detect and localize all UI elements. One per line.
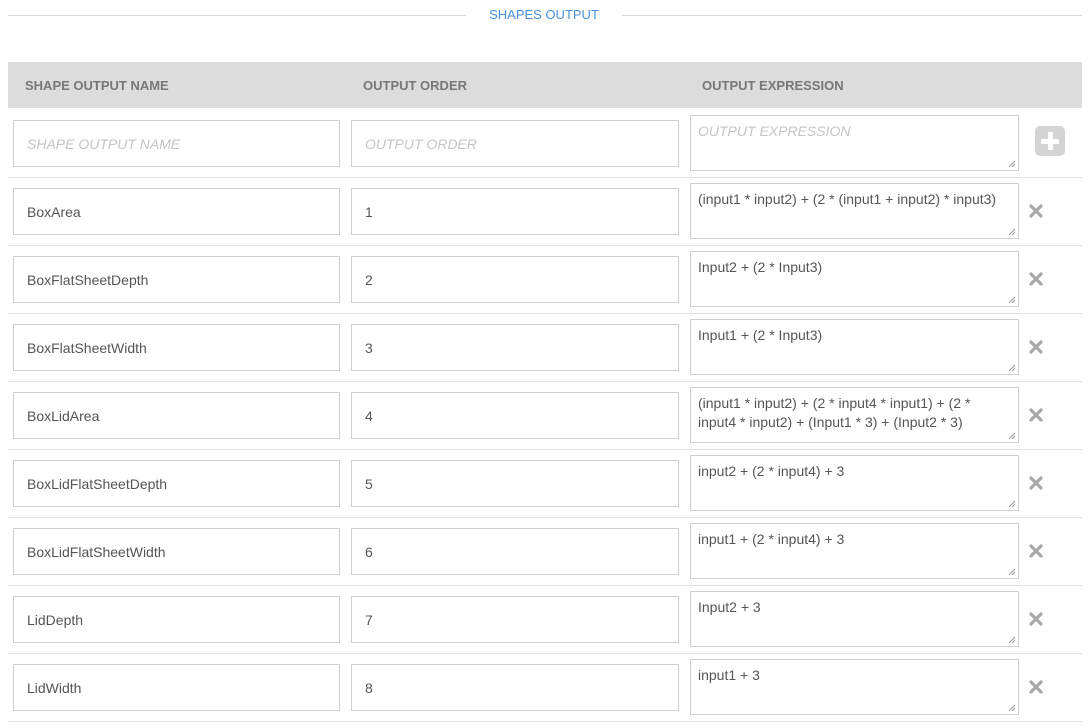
output-expression-input[interactable]: (input1 * input2) + (2 * (input1 + input… <box>690 183 1019 239</box>
delete-row-icon[interactable] <box>1028 679 1044 695</box>
shape-output-name-input[interactable]: BoxFlatSheetDepth <box>13 256 340 303</box>
output-expression-input[interactable]: input1 + 3 <box>690 659 1019 715</box>
table-row: BoxFlatSheetDepth 2 Input2 + (2 * Input3) <box>8 246 1082 314</box>
divider-right <box>622 15 1082 16</box>
output-expression-text: Input2 + (2 * Input3) <box>698 259 823 275</box>
shape-output-name-input[interactable]: BoxArea <box>13 188 340 235</box>
output-expression-text: input1 + (2 * input4) + 3 <box>698 531 845 547</box>
header-shape-output-name: SHAPE OUTPUT NAME <box>25 78 169 93</box>
output-order-input[interactable]: 5 <box>351 460 679 507</box>
table-row: BoxLidFlatSheetWidth 6 input1 + (2 * input… <box>8 518 1082 586</box>
section-header: SHAPES OUTPUT <box>0 0 1090 30</box>
table-row: LidWidth 8 input1 + 3 <box>8 654 1082 722</box>
shape-output-name-input[interactable]: BoxLidFlatSheetDepth <box>13 460 340 507</box>
shape-output-name-input[interactable]: BoxLidArea <box>13 392 340 439</box>
table-row: BoxLidArea 4 (input1 * input2) + (2 * inpu… <box>8 382 1082 450</box>
new-output-expression-placeholder: OUTPUT EXPRESSION <box>698 123 851 139</box>
resize-grip-icon[interactable] <box>1008 636 1016 644</box>
header-output-order: OUTPUT ORDER <box>363 78 467 93</box>
shape-outputs-table: SHAPE OUTPUT NAME OUTPUT ORDER OUTPUT EX… <box>8 62 1082 722</box>
delete-row-icon[interactable] <box>1028 203 1044 219</box>
output-order-input[interactable]: 6 <box>351 528 679 575</box>
resize-grip-icon[interactable] <box>1008 160 1016 168</box>
divider-left <box>8 15 466 16</box>
output-expression-text: (input1 * input2) + (2 * (input1 + input… <box>698 191 997 207</box>
delete-row-icon[interactable] <box>1028 475 1044 491</box>
delete-row-icon[interactable] <box>1028 271 1044 287</box>
output-expression-text: input1 + 3 <box>698 667 760 683</box>
delete-row-icon[interactable] <box>1028 543 1044 559</box>
table-row: BoxLidFlatSheetDepth 5 input2 + (2 * input… <box>8 450 1082 518</box>
output-expression-input[interactable]: Input2 + 3 <box>690 591 1019 647</box>
section-title: SHAPES OUTPUT <box>489 7 599 22</box>
delete-row-icon[interactable] <box>1028 339 1044 355</box>
output-expression-text: input2 + (2 * input4) + 3 <box>698 463 845 479</box>
resize-grip-icon[interactable] <box>1008 500 1016 508</box>
new-output-order-input[interactable]: OUTPUT ORDER <box>351 120 679 167</box>
table-row: BoxArea 1 (input1 * input2) + (2 * (input1… <box>8 178 1082 246</box>
shape-output-name-input[interactable]: BoxLidFlatSheetWidth <box>13 528 340 575</box>
table-row: LidDepth 7 Input2 + 3 <box>8 586 1082 654</box>
new-shape-output-name-input[interactable]: SHAPE OUTPUT NAME <box>13 120 340 167</box>
output-order-input[interactable]: 2 <box>351 256 679 303</box>
output-expression-text: Input2 + 3 <box>698 599 761 615</box>
output-expression-input[interactable]: input1 + (2 * input4) + 3 <box>690 523 1019 579</box>
output-expression-input[interactable]: Input2 + (2 * Input3) <box>690 251 1019 307</box>
add-output-button[interactable] <box>1035 126 1065 156</box>
resize-grip-icon[interactable] <box>1008 568 1016 576</box>
header-output-expression: OUTPUT EXPRESSION <box>702 78 844 93</box>
output-expression-text: (input1 * input2) + (2 * input4 * input1… <box>698 395 971 430</box>
resize-grip-icon[interactable] <box>1008 704 1016 712</box>
delete-row-icon[interactable] <box>1028 407 1044 423</box>
resize-grip-icon[interactable] <box>1008 432 1016 440</box>
resize-grip-icon[interactable] <box>1008 364 1016 372</box>
output-order-input[interactable]: 4 <box>351 392 679 439</box>
new-output-row: SHAPE OUTPUT NAME OUTPUT ORDER OUTPUT EX… <box>8 108 1082 178</box>
delete-row-icon[interactable] <box>1028 611 1044 627</box>
new-output-expression-input[interactable]: OUTPUT EXPRESSION <box>690 115 1019 171</box>
output-expression-input[interactable]: Input1 + (2 * Input3) <box>690 319 1019 375</box>
shape-output-name-input[interactable]: LidDepth <box>13 596 340 643</box>
table-header: SHAPE OUTPUT NAME OUTPUT ORDER OUTPUT EX… <box>8 62 1082 108</box>
output-expression-input[interactable]: (input1 * input2) + (2 * input4 * input1… <box>690 387 1019 443</box>
shape-output-name-input[interactable]: BoxFlatSheetWidth <box>13 324 340 371</box>
output-order-input[interactable]: 8 <box>351 664 679 711</box>
output-order-input[interactable]: 7 <box>351 596 679 643</box>
output-expression-input[interactable]: input2 + (2 * input4) + 3 <box>690 455 1019 511</box>
output-expression-text: Input1 + (2 * Input3) <box>698 327 823 343</box>
output-order-input[interactable]: 1 <box>351 188 679 235</box>
output-order-input[interactable]: 3 <box>351 324 679 371</box>
resize-grip-icon[interactable] <box>1008 296 1016 304</box>
shape-output-name-input[interactable]: LidWidth <box>13 664 340 711</box>
resize-grip-icon[interactable] <box>1008 228 1016 236</box>
table-row: BoxFlatSheetWidth 3 Input1 + (2 * Input3) <box>8 314 1082 382</box>
